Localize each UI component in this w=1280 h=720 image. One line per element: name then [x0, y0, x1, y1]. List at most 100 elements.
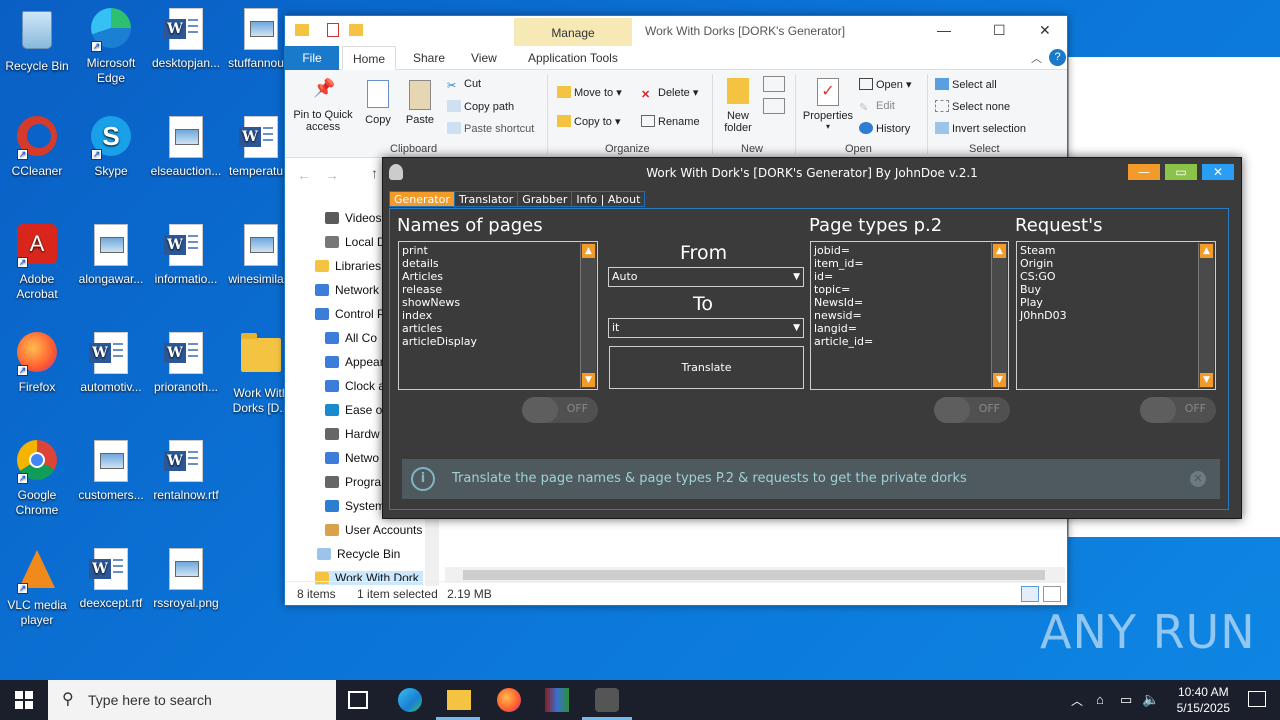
start-button[interactable] [0, 680, 48, 720]
desktop-icon-rssroyal-png[interactable]: rssroyal.png [149, 548, 223, 611]
list-item[interactable]: id= [814, 270, 1005, 283]
move-to-button[interactable]: Move to ▾ [557, 86, 622, 99]
names-toggle[interactable]: OFF [522, 397, 598, 423]
types-toggle[interactable]: OFF [934, 397, 1010, 423]
tab-info-about[interactable]: Info | About [571, 191, 646, 207]
copy-button[interactable]: Copy [363, 80, 393, 126]
list-item[interactable]: articles [402, 322, 594, 335]
nav-item[interactable]: Appear [325, 355, 384, 369]
cut-button[interactable]: ✂ Cut [447, 78, 481, 92]
list-item[interactable]: newsid= [814, 309, 1005, 322]
nav-item[interactable]: All Co [325, 331, 377, 345]
desktop-icon-desktopjan[interactable]: Wdesktopjan... [149, 8, 223, 71]
tab-grabber[interactable]: Grabber [517, 191, 573, 207]
task-view-icon[interactable] [348, 691, 368, 709]
copy-path-button[interactable]: Copy path [447, 100, 514, 113]
desktop-icon-automotiv[interactable]: Wautomotiv... [74, 332, 148, 395]
scroll-down-icon[interactable]: ▼ [1200, 373, 1213, 387]
desktop-icon-deexcept-rtf[interactable]: Wdeexcept.rtf [74, 548, 148, 611]
desktop-icon-firefox[interactable]: ↗ Firefox [0, 332, 74, 395]
paste-shortcut-button[interactable]: Paste shortcut [447, 122, 534, 135]
to-language-select[interactable]: it ▼ [608, 318, 804, 338]
tab-generator[interactable]: Generator [389, 191, 455, 207]
open-button[interactable]: Open ▾ [859, 78, 912, 91]
desktop-icon-prioranoth[interactable]: Wprioranoth... [149, 332, 223, 395]
nav-item[interactable]: Local D [325, 235, 386, 249]
list-item[interactable]: release [402, 283, 594, 296]
list-item[interactable]: NewsId= [814, 296, 1005, 309]
system-clock[interactable]: 10:40 AM 5/15/2025 [1177, 684, 1230, 716]
taskbar-search-input[interactable]: ⚲ Type here to search [48, 680, 336, 720]
nav-item[interactable]: Hardw [325, 427, 380, 441]
requests-list[interactable]: Steam Origin CS:GO Buy Play J0hnD03 ▲ ▼ [1016, 241, 1216, 390]
list-item[interactable]: article_id= [814, 335, 1005, 348]
desktop-icon-elseauction[interactable]: elseauction... [149, 116, 223, 179]
collapse-ribbon-icon[interactable]: ︿ [1031, 50, 1042, 66]
winrar-taskbar-icon[interactable] [545, 688, 569, 712]
scroll-up-icon[interactable]: ▲ [993, 244, 1006, 258]
desktop-icon-recycle-bin[interactable]: Recycle Bin [0, 8, 74, 74]
scroll-down-icon[interactable]: ▼ [993, 373, 1006, 387]
list-item[interactable]: CS:GO [1020, 270, 1212, 283]
close-banner-icon[interactable]: ✕ [1190, 471, 1206, 487]
copy-to-button[interactable]: Copy to ▾ [557, 115, 621, 128]
list-item[interactable]: topic= [814, 283, 1005, 296]
edit-button[interactable]: ✎ Edit [859, 100, 895, 114]
nav-item[interactable]: Recycle Bin [317, 547, 400, 561]
from-language-select[interactable]: Auto ▼ [608, 267, 804, 287]
select-none-button[interactable]: Select none [935, 100, 1010, 113]
names-scrollbar[interactable]: ▲ ▼ [580, 243, 596, 388]
list-item[interactable]: Articles [402, 270, 594, 283]
rename-button[interactable]: Rename [641, 115, 700, 128]
pin-to-quick-access-button[interactable]: 📌 Pin to Quick access [291, 79, 355, 133]
types-scrollbar[interactable]: ▲ ▼ [991, 243, 1007, 388]
delete-button[interactable]: ✕ Delete ▾ [641, 86, 698, 101]
volume-icon[interactable]: 🔈 [1142, 691, 1159, 708]
close-button[interactable]: ✕ [1039, 22, 1051, 39]
select-all-button[interactable]: Select all [935, 78, 997, 91]
tab-view[interactable]: View [461, 46, 507, 70]
nav-item[interactable]: Progra [325, 475, 381, 489]
list-item[interactable]: print [402, 244, 594, 257]
nav-item[interactable]: Control P [315, 307, 385, 321]
manage-context-tab[interactable]: Manage [514, 18, 632, 46]
list-item[interactable]: Origin [1020, 257, 1212, 270]
file-explorer-taskbar-icon[interactable] [447, 690, 471, 710]
scroll-up-icon[interactable]: ▲ [1200, 244, 1213, 258]
nav-item[interactable]: Libraries [315, 259, 381, 273]
paste-button[interactable]: Paste [403, 80, 437, 126]
desktop-icon-alongawar[interactable]: alongawar... [74, 224, 148, 287]
nav-item[interactable]: Clock a [325, 379, 385, 393]
nav-item[interactable]: Netwo [325, 451, 379, 465]
new-item-button[interactable] [763, 76, 785, 92]
page-types-list[interactable]: jobid= item_id= id= topic= NewsId= newsid= lan… [810, 241, 1009, 390]
nav-item[interactable]: Network [315, 283, 379, 297]
translate-button[interactable]: Translate [609, 346, 804, 389]
nav-item[interactable]: Videos [325, 211, 381, 225]
list-item[interactable]: Buy [1020, 283, 1212, 296]
details-view-icon[interactable] [1021, 586, 1039, 602]
properties-quick-icon[interactable] [327, 23, 339, 37]
new-folder-quick-icon[interactable] [349, 24, 363, 36]
wired-network-icon[interactable]: ▭ [1120, 692, 1132, 708]
list-item[interactable]: Play [1020, 296, 1212, 309]
list-item[interactable]: details [402, 257, 594, 270]
names-of-pages-list[interactable]: print details Articles release showNews index… [398, 241, 598, 390]
tab-home[interactable]: Home [342, 46, 397, 70]
desktop-icon-microsoft-edge[interactable]: ↗ Microsoft Edge [74, 8, 148, 86]
nav-item[interactable]: Ease of [325, 403, 386, 417]
invert-selection-button[interactable]: Invert selection [935, 122, 1026, 135]
large-icons-view-icon[interactable] [1043, 586, 1061, 602]
maximize-button[interactable]: ☐ [993, 22, 1006, 39]
desktop-icon-ccleaner[interactable]: ↗ CCleaner [0, 116, 74, 179]
desktop-icon-google-chrome[interactable]: ↗ Google Chrome [0, 440, 74, 518]
network-icon[interactable]: ⌂ [1096, 692, 1104, 707]
dork-generator-taskbar-icon[interactable] [595, 688, 619, 712]
app-minimize-button[interactable]: — [1128, 164, 1160, 180]
requests-scrollbar[interactable]: ▲ ▼ [1198, 243, 1214, 388]
history-button[interactable]: History [859, 122, 910, 135]
list-item[interactable]: showNews [402, 296, 594, 309]
list-item[interactable]: Steam [1020, 244, 1212, 257]
nav-item[interactable]: System [325, 499, 385, 513]
notification-icon[interactable] [1248, 691, 1266, 707]
